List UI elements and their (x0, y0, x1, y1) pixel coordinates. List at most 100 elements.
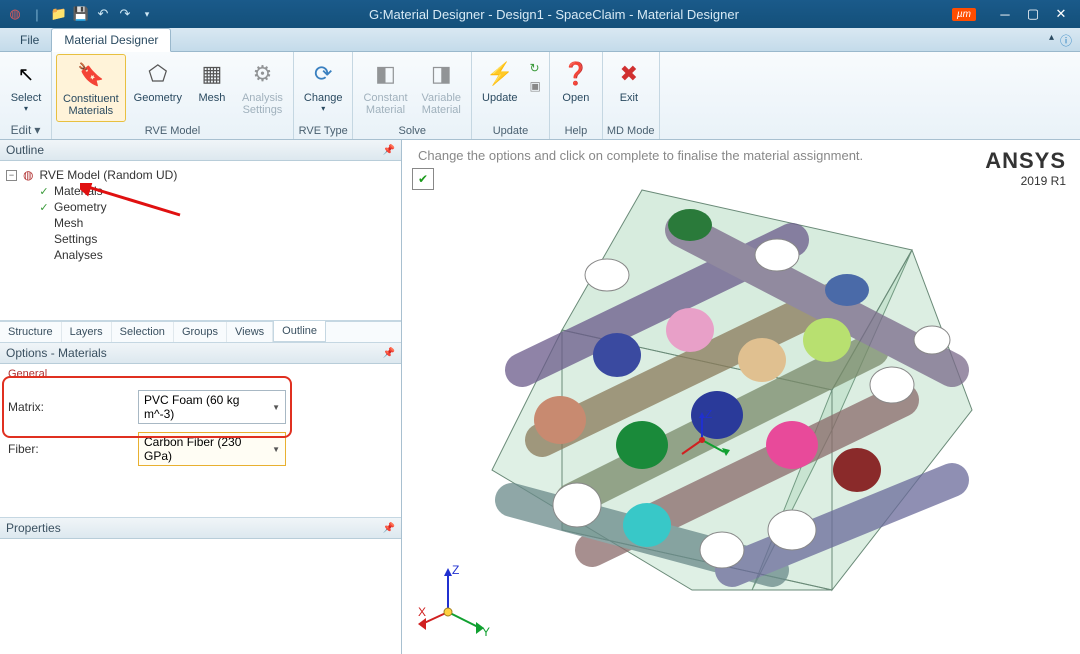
tab-structure[interactable]: Structure (0, 322, 62, 342)
mesh-icon: ▦ (196, 58, 228, 90)
exit-button[interactable]: ✖ Exit (607, 54, 651, 108)
menu-material-designer[interactable]: Material Designer (51, 28, 171, 52)
fiber-value: Carbon Fiber (230 GPa) (144, 435, 272, 463)
group-label-update: Update (476, 123, 545, 139)
help-icon[interactable]: ⓘ (1060, 32, 1072, 49)
maximize-button[interactable]: ▢ (1020, 4, 1046, 24)
constant-material-icon: ◧ (369, 58, 401, 90)
geometry-button[interactable]: ⬠ Geometry (128, 54, 188, 108)
options-panel: General Matrix: PVC Foam (60 kg m^-3)▼ F… (0, 364, 401, 518)
tree-root-label: RVE Model (Random UD) (39, 168, 177, 182)
materials-icon: 🔖 (75, 59, 107, 91)
group-label-solve: Solve (357, 123, 467, 139)
menu-bar: File Material Designer ▴ ⓘ (0, 28, 1080, 52)
complete-button[interactable]: ✔ (412, 168, 434, 190)
check-icon: ✓ (38, 185, 50, 198)
outline-tabs: Structure Layers Selection Groups Views … (0, 321, 401, 343)
divider: | (28, 5, 46, 23)
tree-root[interactable]: − ◍ RVE Model (Random UD) (6, 167, 395, 183)
save-icon[interactable]: 💾 (72, 5, 90, 23)
change-icon: ⟳ (307, 58, 339, 90)
pin-icon[interactable]: 📌 (383, 523, 395, 534)
constant-material-button[interactable]: ◧ Constant Material (357, 54, 413, 120)
quick-access-toolbar: ◍ | 📁 💾 ↶ ↷ ▾ (6, 5, 156, 23)
content-area: Outline📌 − ◍ RVE Model (Random UD) ✓Mate… (0, 140, 1080, 654)
refresh-small-button[interactable]: ↻ (526, 60, 545, 76)
constituent-materials-button[interactable]: 🔖 Constituent Materials (56, 54, 126, 122)
group-label-edit: Edit (11, 123, 32, 137)
qat-dropdown-icon[interactable]: ▾ (138, 5, 156, 23)
rve-3d-render (432, 170, 1032, 630)
menu-file[interactable]: File (8, 29, 51, 51)
exit-icon: ✖ (613, 58, 645, 90)
tree-label: Analyses (54, 248, 103, 262)
viewport-hint: Change the options and click on complete… (418, 148, 863, 163)
tab-groups[interactable]: Groups (174, 322, 227, 342)
ribbon-collapse-icon[interactable]: ▴ (1049, 32, 1054, 49)
tab-selection[interactable]: Selection (112, 322, 174, 342)
menubar-right: ▴ ⓘ (1049, 32, 1072, 49)
properties-header: Properties📌 (0, 518, 401, 539)
axis-triad[interactable]: Z Y X (418, 562, 498, 642)
tab-outline[interactable]: Outline (273, 321, 326, 342)
minimize-button[interactable]: ─ (992, 4, 1018, 24)
variable-material-button[interactable]: ◨ Variable Material (416, 54, 468, 120)
change-button[interactable]: ⟳ Change ▾ (298, 54, 349, 117)
refresh-icon: ↻ (530, 61, 540, 75)
group-label-rve-type: RVE Type (298, 123, 349, 139)
mesh-button[interactable]: ▦ Mesh (190, 54, 234, 108)
group-label-mdmode: MD Mode (607, 123, 655, 139)
highlight-annotation (2, 376, 292, 438)
options-header: Options - Materials📌 (0, 343, 401, 364)
app-icon: ◍ (6, 5, 24, 23)
scene-axis-gizmo: Z (672, 410, 732, 470)
svg-text:X: X (418, 605, 426, 619)
select-button[interactable]: ↖ Select ▾ (4, 54, 48, 117)
svg-text:Z: Z (452, 563, 459, 577)
open-folder-icon[interactable]: 📁 (50, 5, 68, 23)
fiber-label: Fiber: (8, 442, 138, 456)
collapse-icon[interactable]: − (6, 170, 17, 181)
tree-item-geometry[interactable]: ✓ Geometry (38, 199, 395, 215)
undo-icon[interactable]: ↶ (94, 5, 112, 23)
cursor-icon: ↖ (10, 58, 42, 90)
close-button[interactable]: ✕ (1048, 4, 1074, 24)
tree-item-mesh[interactable]: Mesh (38, 215, 395, 231)
left-panel: Outline📌 − ◍ RVE Model (Random UD) ✓Mate… (0, 140, 402, 654)
tree-label: Geometry (54, 200, 107, 214)
variable-material-icon: ◨ (425, 58, 457, 90)
title-bar: ◍ | 📁 💾 ↶ ↷ ▾ G:Material Designer - Desi… (0, 0, 1080, 28)
stop-small-button[interactable]: ▣ (526, 78, 545, 94)
edit-dropdown-icon[interactable]: ▾ (34, 123, 40, 137)
gear-icon: ⚙ (246, 58, 278, 90)
tree-label: Settings (54, 232, 97, 246)
help-book-icon: ❓ (560, 58, 592, 90)
unit-badge[interactable]: µm (952, 8, 976, 21)
outline-tree: − ◍ RVE Model (Random UD) ✓ Materials ✓ Ge… (0, 161, 401, 321)
pin-icon[interactable]: 📌 (383, 145, 395, 156)
tab-layers[interactable]: Layers (62, 322, 112, 342)
tree-label: Mesh (54, 216, 83, 230)
group-label-help: Help (554, 123, 598, 139)
analysis-settings-button[interactable]: ⚙ Analysis Settings (236, 54, 289, 120)
pin-icon[interactable]: 📌 (383, 348, 395, 359)
open-help-button[interactable]: ❓ Open (554, 54, 598, 108)
chevron-down-icon: ▼ (272, 445, 280, 454)
outline-header: Outline📌 (0, 140, 401, 161)
checkmark-icon: ✔ (418, 172, 428, 186)
check-icon: ✓ (38, 201, 50, 214)
svg-text:Y: Y (482, 625, 490, 639)
window-title: G:Material Designer - Design1 - SpaceCla… (156, 7, 952, 22)
svg-text:Z: Z (705, 410, 712, 421)
tree-label: Materials (54, 184, 103, 198)
tree-item-analyses[interactable]: Analyses (38, 247, 395, 263)
tab-views[interactable]: Views (227, 322, 273, 342)
tree-item-settings[interactable]: Settings (38, 231, 395, 247)
geometry-icon: ⬠ (142, 58, 174, 90)
tree-item-materials[interactable]: ✓ Materials (38, 183, 395, 199)
update-button[interactable]: ⚡ Update (476, 54, 523, 108)
stop-icon: ▣ (530, 79, 541, 93)
redo-icon[interactable]: ↷ (116, 5, 134, 23)
3d-viewport[interactable]: Change the options and click on complete… (402, 140, 1080, 654)
model-icon: ◍ (23, 168, 33, 182)
